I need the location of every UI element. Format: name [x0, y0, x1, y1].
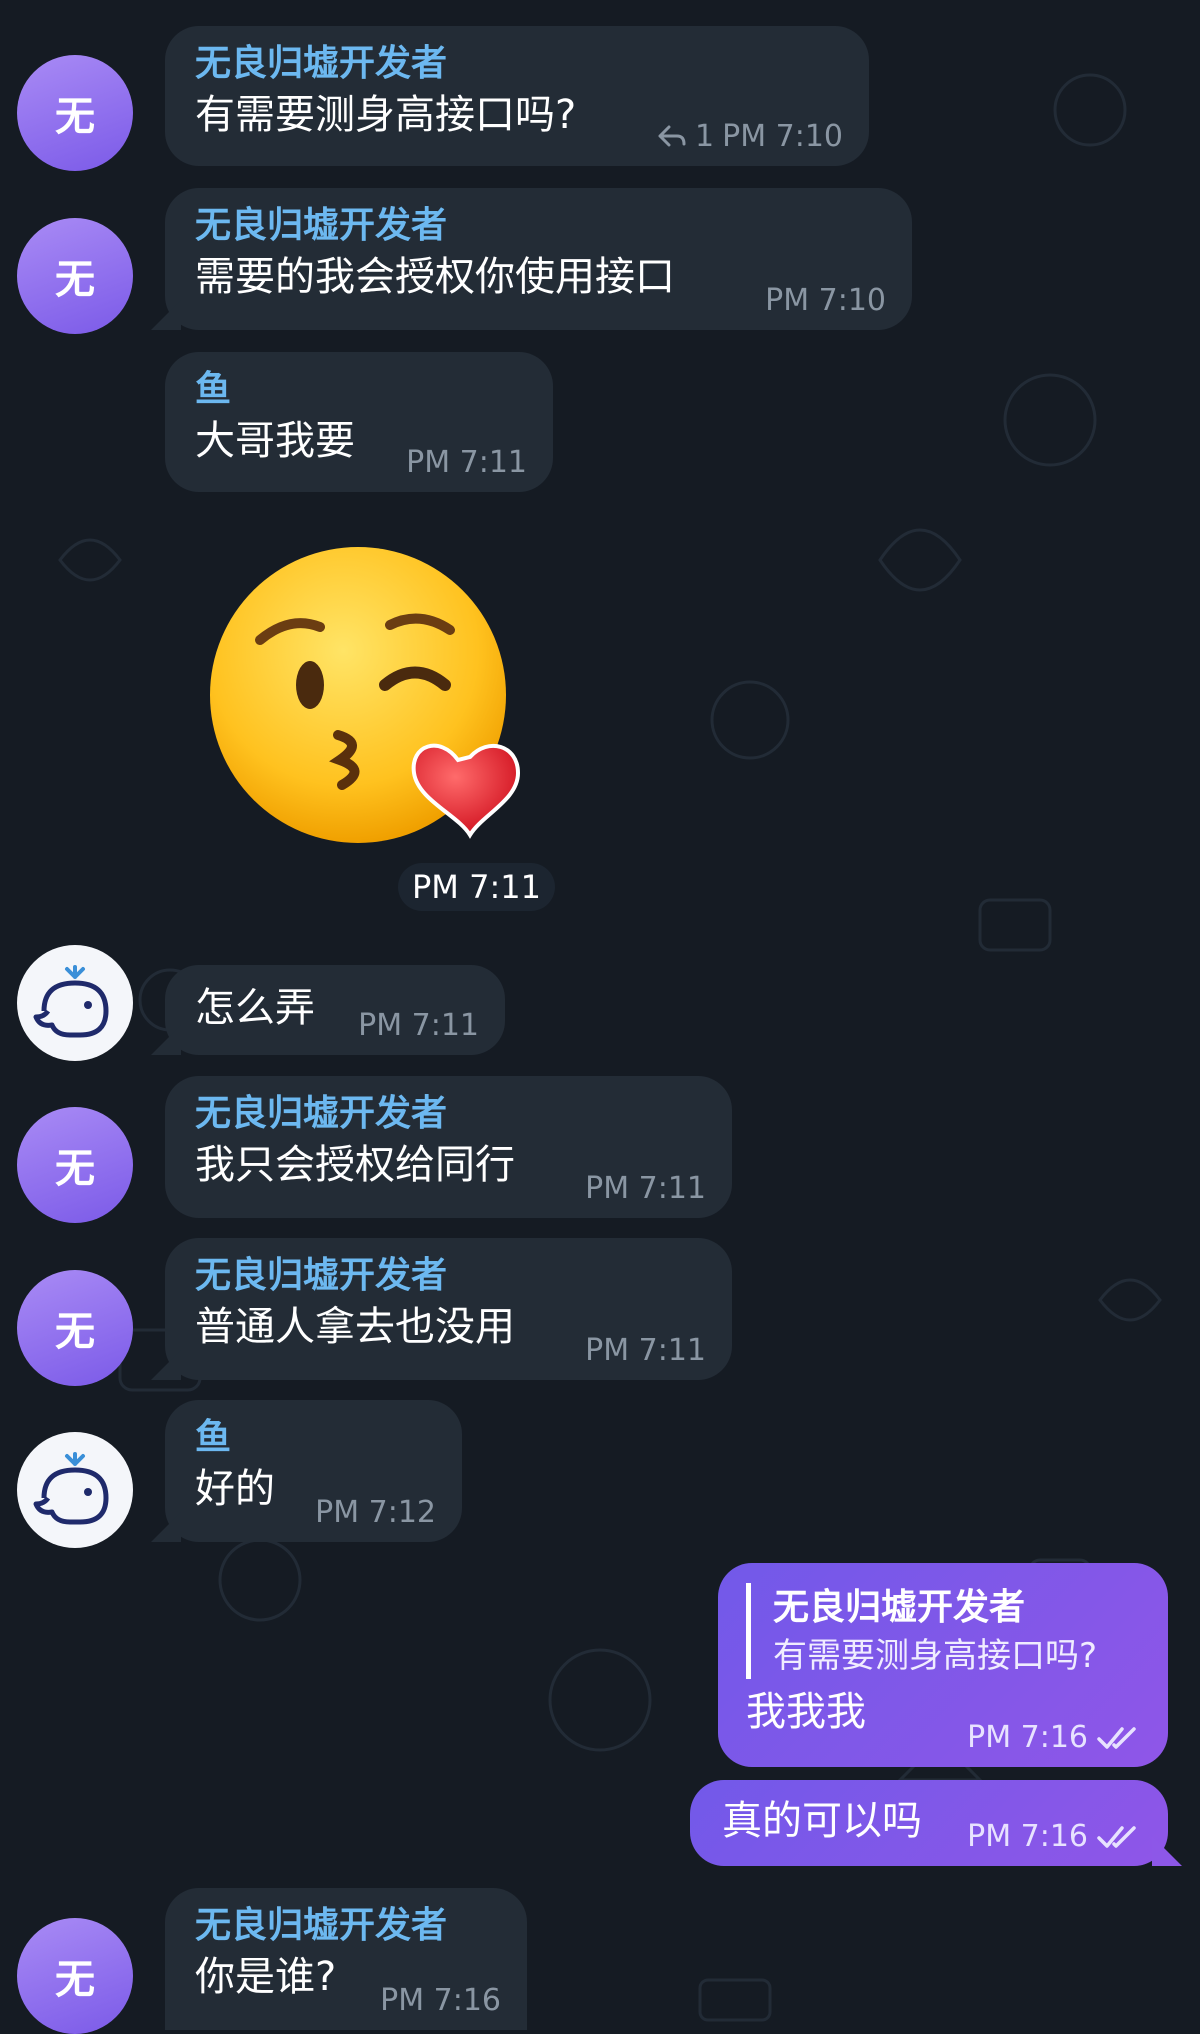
whale-icon	[33, 965, 109, 1038]
message-bubble[interactable]: 鱼 大哥我要 PM 7:11	[165, 352, 553, 492]
sticker-time: PM 7:11	[398, 863, 555, 911]
reply-quote[interactable]: 无良归墟开发者 有需要测身高接口吗?	[746, 1583, 1140, 1679]
message-bubble[interactable]: 怎么弄 PM 7:11	[165, 965, 505, 1055]
message-meta: PM 7:11	[585, 1333, 706, 1368]
double-check-icon	[1097, 1825, 1136, 1848]
message-time: PM 7:11	[585, 1171, 706, 1206]
message-meta: PM 7:16	[967, 1720, 1142, 1755]
message-time: PM 7:10	[722, 119, 843, 154]
avatar[interactable]: 无	[17, 1107, 133, 1223]
message-bubble[interactable]: 无良归墟开发者 你是谁? PM 7:16	[165, 1888, 527, 2030]
message-time: PM 7:12	[315, 1495, 436, 1530]
message-time: PM 7:11	[585, 1333, 706, 1368]
message-bubble-outgoing[interactable]: 无良归墟开发者 有需要测身高接口吗? 我我我 PM 7:16	[718, 1563, 1168, 1767]
quote-sender: 无良归墟开发者	[773, 1587, 1026, 1628]
message-time: PM 7:16	[380, 1983, 501, 2018]
sender-name[interactable]: 鱼	[195, 366, 523, 414]
reply-count[interactable]: 1	[695, 119, 714, 154]
sticker-kissing-face[interactable]	[200, 545, 520, 845]
message-meta: PM 7:11	[406, 445, 527, 480]
sender-name[interactable]: 无良归墟开发者	[195, 1902, 497, 1950]
message-time: PM 7:11	[406, 445, 527, 480]
message-bubble[interactable]: 鱼 好的 PM 7:12	[165, 1400, 462, 1542]
message-bubble[interactable]: 无良归墟开发者 需要的我会授权你使用接口 PM 7:10	[165, 188, 912, 330]
avatar[interactable]: 无	[17, 55, 133, 171]
message-time: PM 7:10	[765, 283, 886, 318]
message-meta: PM 7:12	[315, 1495, 436, 1530]
double-check-icon	[1097, 1726, 1136, 1749]
reply-icon	[658, 125, 686, 146]
quote-text: 有需要测身高接口吗?	[773, 1636, 1098, 1676]
message-meta: PM 7:10	[765, 283, 886, 318]
message-time: PM 7:11	[358, 1008, 479, 1043]
message-bubble[interactable]: 无良归墟开发者 我只会授权给同行 PM 7:11	[165, 1076, 732, 1218]
avatar[interactable]: 无	[17, 218, 133, 334]
message-meta: PM 7:11	[358, 1008, 479, 1043]
avatar[interactable]: 无	[17, 1918, 133, 2034]
whale-icon	[33, 1452, 109, 1525]
sender-name[interactable]: 无良归墟开发者	[195, 1252, 702, 1300]
message-bubble[interactable]: 无良归墟开发者 普通人拿去也没用 PM 7:11	[165, 1238, 732, 1380]
message-time: PM 7:16	[967, 1819, 1088, 1854]
message-meta: PM 7:16	[380, 1983, 501, 2018]
message-meta: PM 7:16	[967, 1819, 1142, 1854]
message-meta: 1 PM 7:10	[657, 119, 843, 154]
sender-name[interactable]: 无良归墟开发者	[195, 1090, 702, 1138]
avatar[interactable]	[17, 1432, 133, 1548]
avatar[interactable]: 无	[17, 1270, 133, 1386]
message-time: PM 7:16	[967, 1720, 1088, 1755]
avatar[interactable]	[17, 945, 133, 1061]
message-bubble-outgoing[interactable]: 真的可以吗 PM 7:16	[690, 1780, 1168, 1866]
sender-name[interactable]: 无良归墟开发者	[195, 40, 839, 88]
sender-name[interactable]: 鱼	[195, 1414, 432, 1462]
message-bubble[interactable]: 无良归墟开发者 有需要测身高接口吗? 1 PM 7:10	[165, 26, 869, 166]
message-meta: PM 7:11	[585, 1171, 706, 1206]
sender-name[interactable]: 无良归墟开发者	[195, 202, 882, 250]
